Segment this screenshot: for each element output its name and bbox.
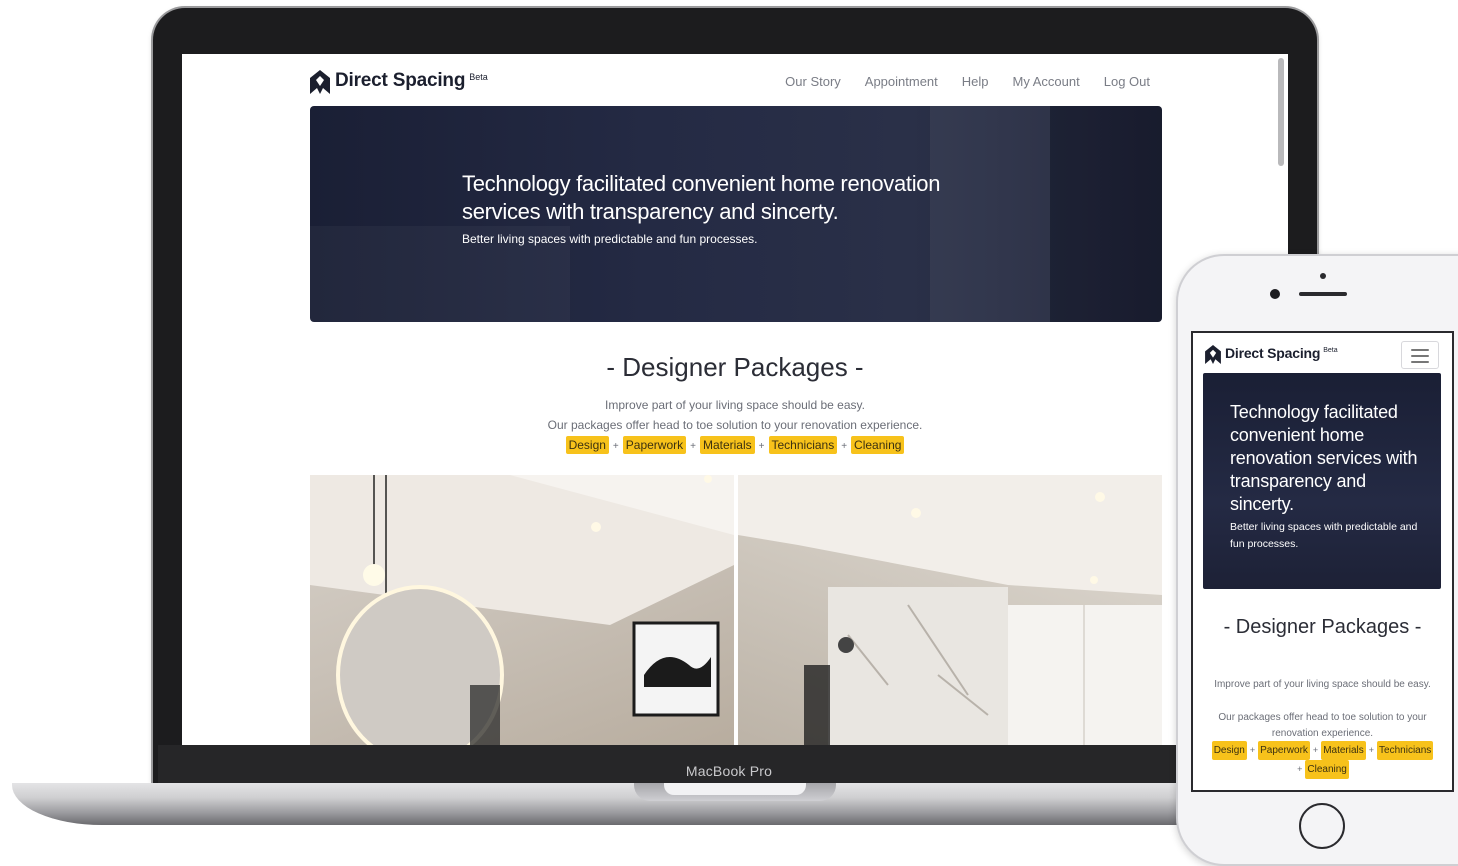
packages-title: - Designer Packages - [1223, 616, 1422, 638]
nav-help[interactable]: Help [962, 74, 989, 89]
tag-design: Design [1211, 741, 1247, 760]
hero-title: Technology facilitated convenient home r… [1230, 402, 1418, 514]
hero-subtitle: Better living spaces with predictable an… [1230, 521, 1418, 550]
tag-cleaning: Cleaning [1305, 760, 1349, 779]
bathroom-photo-right[interactable] [738, 475, 1162, 745]
brand-logo[interactable]: Direct Spacing Beta [310, 70, 488, 94]
nav-appointment[interactable]: Appointment [865, 74, 938, 89]
tag-technicians: Technicians [1377, 741, 1434, 760]
laptop-notch-inner [664, 783, 806, 795]
hero-background-shape [1050, 106, 1162, 322]
tag-cleaning: Cleaning [851, 436, 905, 454]
beta-badge: Beta [1323, 347, 1338, 354]
tag-materials: Materials [699, 436, 755, 454]
laptop-bottom-bezel [158, 745, 1312, 783]
phone-screen: Direct Spacing Beta Technology facilitat… [1191, 331, 1454, 792]
brand-logo-icon [1205, 345, 1221, 364]
hero-title: Technology facilitated convenient home r… [462, 171, 941, 224]
tag-paperwork: Paperwork [622, 436, 687, 454]
laptop-screen: Direct Spacing Beta Our Story Appointmen… [182, 54, 1288, 745]
tag-separator: + [690, 441, 696, 452]
package-tags: Design+Paperwork+Materials+Technicians+C… [182, 436, 1288, 454]
tag-separator: + [1368, 745, 1375, 755]
tag-materials: Materials [1321, 741, 1366, 760]
brand-name: Direct Spacing [1225, 345, 1321, 361]
hero-banner: Technology facilitated convenient home r… [310, 106, 1162, 322]
hero-subtitle: Better living spaces with predictable an… [462, 232, 758, 246]
packages-line-2: Our packages offer head to toe solution … [547, 418, 923, 432]
hamburger-menu-icon[interactable] [1401, 341, 1439, 369]
packages-line-2: Our packages offer head to toe solution … [1218, 712, 1427, 739]
tag-separator: + [612, 441, 619, 452]
packages-line-1: Improve part of your living space should… [1214, 679, 1431, 690]
bathroom-illustration [310, 475, 734, 745]
brand-name: Direct Spacing [335, 70, 466, 91]
nav-log-out[interactable]: Log Out [1104, 74, 1150, 89]
page-scrollbar[interactable] [1278, 58, 1284, 166]
tag-technicians: Technicians [768, 436, 838, 454]
mobile-hero-banner: Technology facilitated convenient home r… [1203, 373, 1441, 589]
tag-separator: + [758, 441, 765, 452]
beta-badge: Beta [469, 72, 488, 82]
phone-home-button[interactable] [1299, 803, 1345, 849]
tag-separator: + [1249, 745, 1256, 755]
tag-separator: + [1297, 764, 1303, 774]
desktop-navbar: Direct Spacing Beta Our Story Appointmen… [310, 68, 1160, 98]
phone-speaker [1299, 292, 1347, 296]
tag-separator: + [841, 441, 848, 452]
packages-title: - Designer Packages - [606, 352, 864, 382]
tag-paperwork: Paperwork [1258, 741, 1310, 760]
bathroom-illustration [738, 475, 1162, 745]
phone-sensor [1320, 273, 1326, 279]
tag-separator: + [1312, 745, 1319, 755]
mobile-brand-logo[interactable]: Direct Spacing Beta [1205, 345, 1338, 364]
packages-line-1: Improve part of your living space should… [605, 398, 865, 412]
nav-our-story[interactable]: Our Story [785, 74, 841, 89]
brand-logo-icon [310, 70, 330, 94]
package-tags: Design+Paperwork+Materials+Technicians+C… [1209, 741, 1436, 779]
phone-camera-icon [1270, 289, 1280, 299]
bathroom-photo-left[interactable] [310, 475, 734, 745]
nav-menu: Our Story Appointment Help My Account Lo… [785, 74, 1150, 89]
tag-design: Design [565, 436, 609, 454]
nav-my-account[interactable]: My Account [1013, 74, 1080, 89]
